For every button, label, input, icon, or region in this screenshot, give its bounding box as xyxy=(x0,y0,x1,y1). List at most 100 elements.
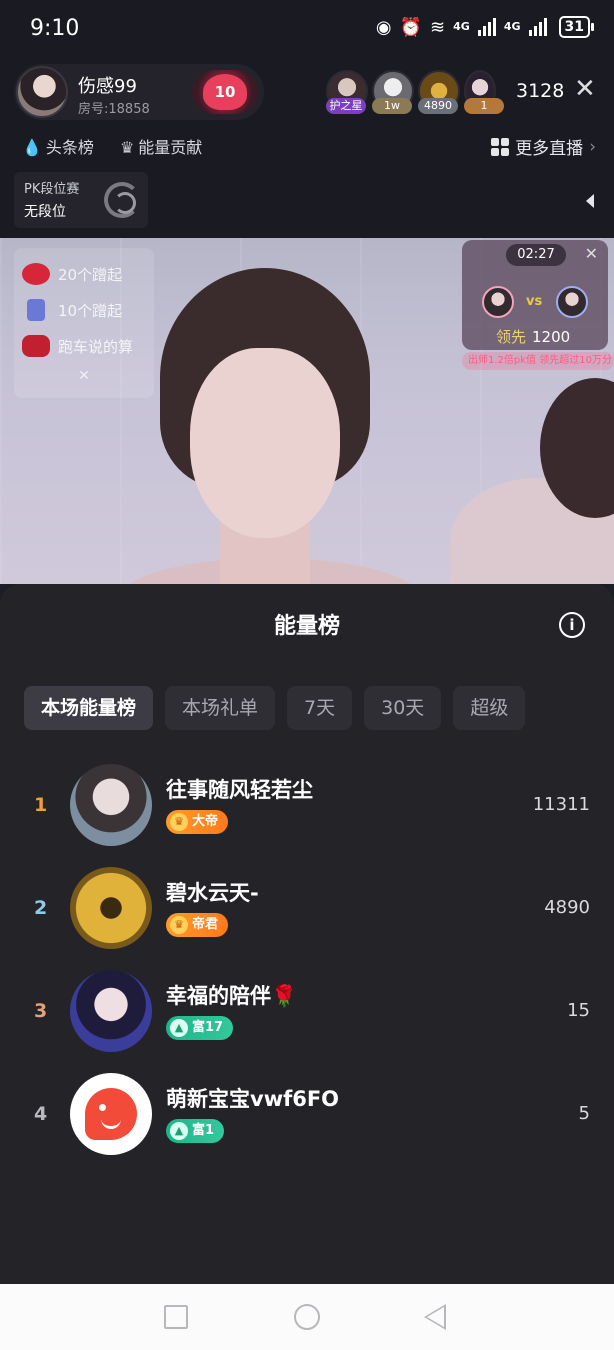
badge-icon: ▲ xyxy=(170,1122,188,1140)
rank-row[interactable]: 1 往事随风轻若尘 ♛ 大帝 11311 xyxy=(0,764,614,867)
more-live-link[interactable]: 更多直播 › xyxy=(491,134,596,159)
pk-lead: 领先 1200 xyxy=(496,326,570,347)
pk-rank-box[interactable]: PK段位赛 无段位 xyxy=(14,172,148,228)
gift-goal-label: 10个蹭起 xyxy=(58,301,123,320)
rank-number: 2 xyxy=(34,897,48,919)
lips-icon xyxy=(22,263,50,285)
avatar[interactable] xyxy=(70,1073,152,1155)
viewer-avatar[interactable]: 1 xyxy=(464,70,504,114)
pk-timer: 02:27 xyxy=(506,244,566,266)
live-header: 伤感99 房号:18858 10 护之星 1w 4890 1 3128 ✕ 💧 头… xyxy=(0,62,614,238)
status-bar: 9:10 ◉ ⏰ ≋ 4G 4G 31 xyxy=(0,0,614,62)
pk-lead-value: 1200 xyxy=(532,328,571,346)
rank-score: 4890 xyxy=(544,897,590,918)
rank-list: 1 往事随风轻若尘 ♛ 大帝 11311 2 碧水云天- ♛ 帝君 4890 3 幸… xyxy=(0,764,614,1176)
close-icon[interactable]: ✕ xyxy=(585,244,598,263)
viewer-avatar[interactable]: 1w xyxy=(372,70,414,114)
level-badge: ♛ 帝君 xyxy=(166,913,229,937)
viewer-avatar[interactable]: 护之星 xyxy=(326,70,368,114)
rank-score: 11311 xyxy=(532,794,590,815)
rank-number: 4 xyxy=(34,1103,48,1125)
close-icon[interactable]: ✕ xyxy=(574,76,596,102)
host-room-number: 房号:18858 xyxy=(78,102,150,117)
second-figure xyxy=(430,378,614,584)
recents-square-icon[interactable] xyxy=(164,1305,188,1329)
gift-goal-label: 跑车说的算 xyxy=(58,337,134,356)
follow-heart-button[interactable]: 10 xyxy=(192,70,258,114)
headlines-label: 头条榜 xyxy=(45,138,94,157)
tab-session-energy[interactable]: 本场能量榜 xyxy=(24,686,154,730)
grid-icon xyxy=(491,137,510,156)
sub-links: 💧 头条榜 ♛ 能量贡献 xyxy=(22,134,202,158)
rank-user-name: 幸福的陪伴🌹 xyxy=(166,984,298,1008)
level-badge: ▲ 富1 xyxy=(166,1119,225,1143)
rank-row[interactable]: 3 幸福的陪伴🌹 ▲ 富17 15 xyxy=(0,970,614,1073)
energy-contribution-link[interactable]: ♛ 能量贡献 xyxy=(120,134,202,158)
tab-30-days[interactable]: 30天 xyxy=(364,686,442,730)
board-tabs: 本场能量榜 本场礼单 7天 30天 超级 xyxy=(24,686,526,730)
pk-avatar-left[interactable] xyxy=(482,286,514,318)
badge-label: 富17 xyxy=(192,1020,224,1035)
host-name: 伤感99 xyxy=(78,76,137,97)
badge-label: 富1 xyxy=(192,1123,215,1138)
gift-goals-panel: 20个蹭起 10个蹭起 跑车说的算 ✕ xyxy=(14,248,154,398)
signal-icon-2 xyxy=(528,18,547,36)
badge-icon: ♛ xyxy=(170,916,188,934)
avatar[interactable] xyxy=(70,970,152,1052)
close-icon[interactable]: ✕ xyxy=(22,368,146,384)
gift-goal-item: 跑车说的算 xyxy=(22,328,146,364)
viewer-tag: 1w xyxy=(372,98,412,114)
viewer-count[interactable]: 3128 xyxy=(516,80,564,102)
viewer-tag: 4890 xyxy=(418,98,458,114)
avatar[interactable] xyxy=(70,764,152,846)
gift-goal-item: 10个蹭起 xyxy=(22,292,146,328)
top-viewers: 护之星 1w 4890 1 xyxy=(326,70,504,114)
pk-avatar-right[interactable] xyxy=(556,286,588,318)
headlines-link[interactable]: 💧 头条榜 xyxy=(22,134,94,158)
host-avatar[interactable] xyxy=(16,66,68,118)
network-type-2: 4G xyxy=(503,20,521,33)
rank-number: 3 xyxy=(34,1000,48,1022)
badge-label: 帝君 xyxy=(192,917,219,932)
gift-goal-label: 20个蹭起 xyxy=(58,265,123,284)
back-triangle-icon[interactable] xyxy=(424,1304,446,1330)
pk-lead-label: 领先 xyxy=(496,328,527,346)
mascot-icon xyxy=(85,1088,137,1140)
rank-user-name: 碧水云天- xyxy=(166,881,259,905)
viewer-tag: 1 xyxy=(464,98,504,114)
flame-icon: 💧 xyxy=(22,138,42,157)
heart-level: 10 xyxy=(203,74,247,110)
pk-vs-label: vs xyxy=(526,294,543,309)
tab-super[interactable]: 超级 xyxy=(453,686,526,730)
streamer-figure xyxy=(120,268,420,584)
wifi-icon: ≋ xyxy=(430,16,446,38)
live-video[interactable]: 20个蹭起 10个蹭起 跑车说的算 ✕ 02:27 ✕ vs 领先 1200 出师… xyxy=(0,238,614,584)
signal-icon xyxy=(477,18,496,36)
level-badge: ▲ 富17 xyxy=(166,1016,234,1040)
avatar[interactable] xyxy=(70,867,152,949)
viewer-tag: 护之星 xyxy=(326,98,366,114)
energy-contribution-label: 能量贡献 xyxy=(138,138,203,157)
network-type-1: 4G xyxy=(453,20,470,33)
rank-row[interactable]: 4 萌新宝宝vwf6FO ▲ 富1 5 xyxy=(0,1073,614,1176)
gift-goal-item: 20个蹭起 xyxy=(22,256,146,292)
pk-ticker: 出师1.2倍pk值 领先超过10万分 xyxy=(462,352,614,370)
viewer-avatar[interactable]: 4890 xyxy=(418,70,460,114)
status-time: 9:10 xyxy=(30,16,80,41)
badge-label: 大帝 xyxy=(192,814,219,829)
sheet-title: 能量榜 xyxy=(273,614,340,639)
tab-7-days[interactable]: 7天 xyxy=(287,686,353,730)
collapse-arrow-icon[interactable] xyxy=(586,194,594,208)
level-badge: ♛ 大帝 xyxy=(166,810,229,834)
eye-icon: ◉ xyxy=(375,16,392,38)
energy-board-sheet: 能量榜 i 本场能量榜 本场礼单 7天 30天 超级 1 往事随风轻若尘 ♛ 大帝… xyxy=(0,584,614,1284)
system-nav-bar xyxy=(0,1284,614,1350)
rank-row[interactable]: 2 碧水云天- ♛ 帝君 4890 xyxy=(0,867,614,970)
chevron-right-icon: › xyxy=(589,136,596,157)
info-icon[interactable]: i xyxy=(559,612,585,638)
rank-user-name: 萌新宝宝vwf6FO xyxy=(166,1087,340,1111)
pk-battle-card[interactable]: 02:27 ✕ vs 领先 1200 xyxy=(462,240,608,350)
home-circle-icon[interactable] xyxy=(294,1304,320,1330)
rank-score: 5 xyxy=(578,1103,590,1124)
tab-session-gifts[interactable]: 本场礼单 xyxy=(165,686,276,730)
